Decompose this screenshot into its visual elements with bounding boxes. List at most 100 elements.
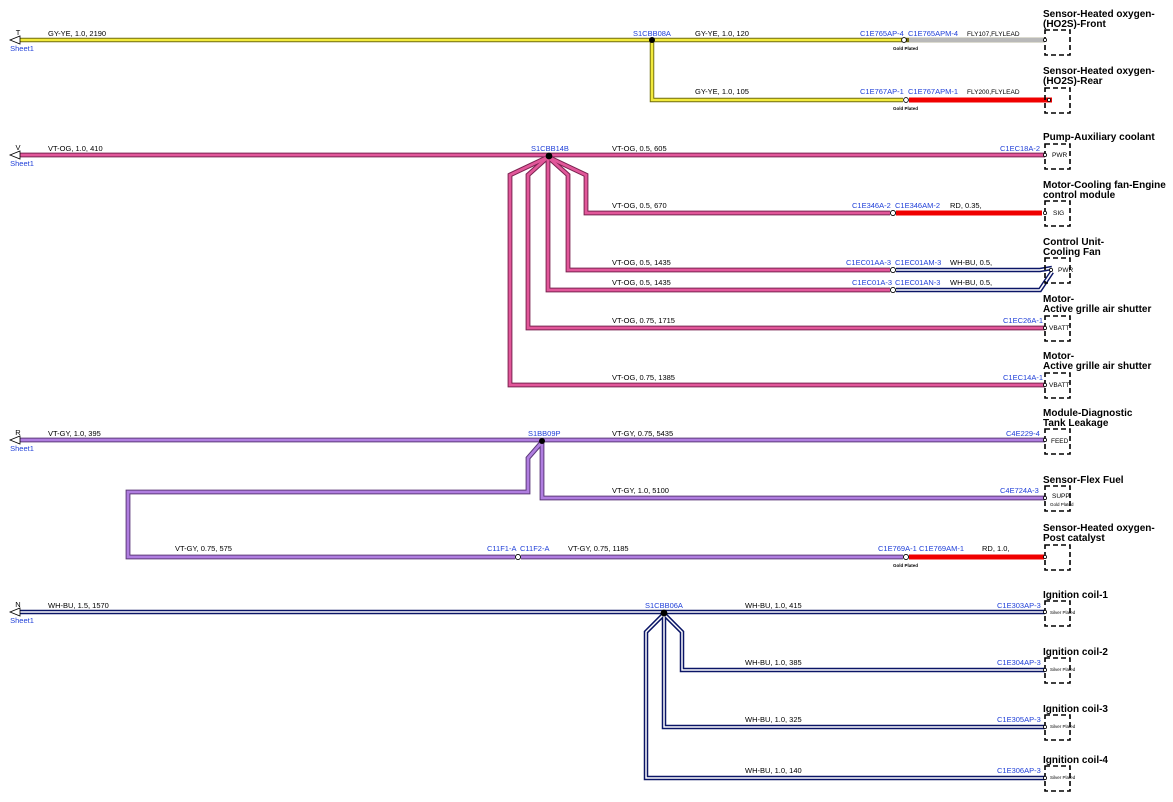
component-ho2s-front[interactable]: Sensor-Heated oxygen- (HO2S)-Front [1043, 9, 1155, 56]
svg-text:Ignition coil-4: Ignition coil-4 [1043, 755, 1108, 766]
svg-text:WH-BU, 1.0, 325: WH-BU, 1.0, 325 [745, 715, 802, 724]
component-module-diag-tank-leakage[interactable]: Module-Diagnostic Tank Leakage FEED [1043, 408, 1133, 455]
svg-text:Sheet1: Sheet1 [10, 444, 34, 453]
inline-connector-icon[interactable] [902, 553, 910, 561]
svg-text:PWR: PWR [1058, 267, 1073, 274]
component-motor-cooling-fan[interactable]: Motor-Cooling fan-Engine control module … [1043, 180, 1166, 227]
inline-connector-icon[interactable] [514, 553, 522, 561]
wire-r-violet[interactable] [20, 438, 1045, 559]
svg-text:S1BB09P: S1BB09P [528, 429, 561, 438]
svg-text:Silver Plated: Silver Plated [1050, 724, 1076, 729]
svg-text:SIG: SIG [1053, 210, 1064, 217]
svg-text:C1EC01AM-3: C1EC01AM-3 [895, 258, 941, 267]
svg-text:C4E724A-3: C4E724A-3 [1000, 486, 1039, 495]
svg-text:T: T [16, 28, 21, 37]
svg-text:VT-GY, 1.0, 5100: VT-GY, 1.0, 5100 [612, 486, 669, 495]
inline-connectors [514, 37, 910, 561]
component-ignition-coil-3[interactable]: Ignition coil-3 Silver Plated [1043, 704, 1108, 741]
component-motor-grille-shutter-2[interactable]: Motor- Active grille air shutter VBATT [1043, 351, 1151, 399]
splice-dot[interactable] [545, 152, 553, 160]
svg-text:FLY200,FLYLEAD: FLY200,FLYLEAD [967, 89, 1020, 96]
svg-text:VT-OG, 1.0, 410: VT-OG, 1.0, 410 [48, 144, 103, 153]
svg-text:C1E306AP-3: C1E306AP-3 [997, 766, 1041, 775]
labels-v: VT-OG, 1.0, 410 S1CBB14B VT-OG, 0.5, 605… [48, 144, 1043, 382]
svg-text:C1E769AM-1: C1E769AM-1 [919, 544, 964, 553]
svg-text:C1EC26A-1: C1EC26A-1 [1003, 316, 1043, 325]
component-sensor-flex-fuel[interactable]: Sensor-Flex Fuel SUPP Gold Plated [1043, 475, 1124, 512]
splice-dot[interactable] [660, 609, 668, 617]
svg-text:VT-OG, 0.5, 1435: VT-OG, 0.5, 1435 [612, 258, 671, 267]
offsheet-refs: T Sheet1 V Sheet1 R Sheet1 N Sheet1 [8, 28, 34, 625]
inline-connector-icon[interactable] [889, 209, 897, 217]
svg-text:Cooling Fan: Cooling Fan [1043, 247, 1101, 258]
wiring-diagram: T Sheet1 V Sheet1 R Sheet1 N Sheet1 GY-Y… [8, 9, 1166, 792]
svg-text:S1CBB14B: S1CBB14B [531, 144, 569, 153]
svg-text:N: N [15, 600, 20, 609]
svg-text:C1E303AP-3: C1E303AP-3 [997, 601, 1041, 610]
svg-text:Gold Plated: Gold Plated [893, 106, 918, 111]
svg-text:VT-GY, 0.75, 5435: VT-GY, 0.75, 5435 [612, 429, 673, 438]
svg-text:WH-BU, 0.5,: WH-BU, 0.5, [950, 258, 992, 267]
svg-text:C4E229-4: C4E229-4 [1006, 429, 1040, 438]
svg-text:S1CBB08A: S1CBB08A [633, 29, 671, 38]
svg-text:C1E346AM-2: C1E346AM-2 [895, 201, 940, 210]
svg-text:C11F1-A: C11F1-A [487, 544, 516, 553]
inline-connector-icon[interactable] [889, 266, 897, 274]
svg-text:GY-YE, 1.0, 105: GY-YE, 1.0, 105 [695, 87, 749, 96]
svg-text:control module: control module [1043, 190, 1116, 201]
svg-text:Gold Plated: Gold Plated [893, 563, 918, 568]
svg-text:V: V [15, 143, 20, 152]
svg-text:Silver Plated: Silver Plated [1050, 775, 1076, 780]
svg-text:RD, 0.35,: RD, 0.35, [950, 201, 982, 210]
svg-text:GY-YE, 1.0, 2190: GY-YE, 1.0, 2190 [48, 29, 106, 38]
svg-text:VBATT: VBATT [1049, 325, 1069, 332]
svg-text:VT-GY, 0.75, 575: VT-GY, 0.75, 575 [175, 544, 232, 553]
svg-text:Active grille air shutter: Active grille air shutter [1043, 361, 1151, 372]
svg-text:Tank Leakage: Tank Leakage [1043, 418, 1109, 429]
svg-text:(HO2S)-Front: (HO2S)-Front [1043, 19, 1106, 30]
labels-n: WH-BU, 1.5, 1570 S1CBB06A WH-BU, 1.0, 41… [48, 601, 1041, 775]
svg-text:PWR: PWR [1052, 152, 1067, 159]
svg-text:C1EC01AA-3: C1EC01AA-3 [846, 258, 891, 267]
svg-text:GY-YE, 1.0, 120: GY-YE, 1.0, 120 [695, 29, 749, 38]
svg-text:Sheet1: Sheet1 [10, 159, 34, 168]
component-ignition-coil-1[interactable]: Ignition coil-1 Silver Plated [1043, 590, 1108, 627]
circuit-r [20, 437, 1045, 560]
svg-text:Sheet1: Sheet1 [10, 616, 34, 625]
components: Sensor-Heated oxygen- (HO2S)-Front Senso… [1043, 9, 1166, 792]
svg-text:FLY107,FLYLEAD: FLY107,FLYLEAD [967, 31, 1020, 38]
component-control-unit-cooling-fan[interactable]: Control Unit- Cooling Fan PWR [1043, 237, 1104, 284]
svg-text:VT-OG, 0.5, 1435: VT-OG, 0.5, 1435 [612, 278, 671, 287]
component-pump-aux-coolant[interactable]: Pump-Auxiliary coolant PWR [1043, 132, 1155, 170]
svg-text:C1E346A-2: C1E346A-2 [852, 201, 891, 210]
svg-text:VT-GY, 0.75, 1185: VT-GY, 0.75, 1185 [568, 544, 629, 553]
svg-text:Ignition coil-2: Ignition coil-2 [1043, 647, 1108, 658]
svg-text:C1E767APM-1: C1E767APM-1 [908, 87, 958, 96]
inline-connector-icon[interactable] [901, 37, 907, 43]
svg-text:SUPP: SUPP [1052, 493, 1070, 500]
wire-n[interactable] [20, 611, 1045, 779]
svg-text:C1E765APM-4: C1E765APM-4 [908, 29, 958, 38]
svg-text:Sheet1: Sheet1 [10, 44, 34, 53]
svg-text:Sensor-Flex Fuel: Sensor-Flex Fuel [1043, 475, 1124, 486]
svg-text:VBATT: VBATT [1049, 382, 1069, 389]
component-ho2s-post-catalyst[interactable]: Sensor-Heated oxygen- Post catalyst [1043, 523, 1155, 571]
svg-text:WH-BU, 1.0, 415: WH-BU, 1.0, 415 [745, 601, 802, 610]
svg-text:VT-OG, 0.75, 1385: VT-OG, 0.75, 1385 [612, 373, 675, 382]
svg-text:VT-GY, 1.0, 395: VT-GY, 1.0, 395 [48, 429, 101, 438]
svg-text:Post catalyst: Post catalyst [1043, 533, 1105, 544]
svg-text:C1E305AP-3: C1E305AP-3 [997, 715, 1041, 724]
svg-text:C1EC14A-1: C1EC14A-1 [1003, 373, 1043, 382]
inline-connector-icon[interactable] [889, 286, 897, 294]
component-ignition-coil-4[interactable]: Ignition coil-4 Silver Plated [1043, 755, 1108, 792]
circuit-n [20, 609, 1045, 781]
svg-text:RD, 1.0,: RD, 1.0, [982, 544, 1010, 553]
inline-connector-icon[interactable] [903, 97, 909, 103]
splice-dot[interactable] [539, 438, 545, 444]
svg-text:S1CBB06A: S1CBB06A [645, 601, 683, 610]
component-ho2s-rear[interactable]: Sensor-Heated oxygen- (HO2S)-Rear [1043, 66, 1155, 114]
component-ignition-coil-2[interactable]: Ignition coil-2 Silver Plated [1043, 647, 1108, 684]
svg-text:Gold Plated: Gold Plated [893, 46, 918, 51]
component-motor-grille-shutter-1[interactable]: Motor- Active grille air shutter VBATT [1043, 294, 1151, 342]
svg-text:Active grille air shutter: Active grille air shutter [1043, 304, 1151, 315]
